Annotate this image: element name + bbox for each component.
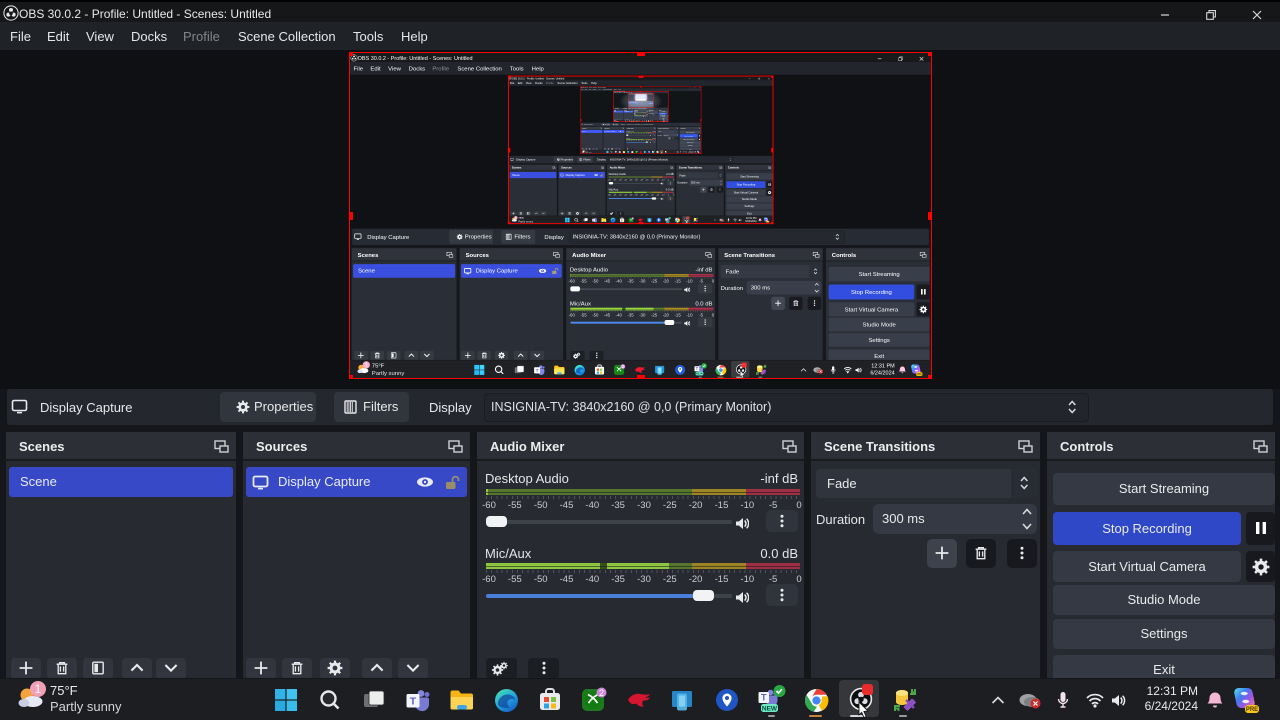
svg-text:PRE: PRE	[1246, 707, 1258, 713]
svg-text:2: 2	[599, 688, 604, 698]
svg-text:T: T	[410, 696, 417, 708]
svg-text:1: 1	[35, 684, 41, 696]
svg-text:NEW: NEW	[762, 705, 778, 712]
svg-text:T: T	[761, 693, 767, 703]
